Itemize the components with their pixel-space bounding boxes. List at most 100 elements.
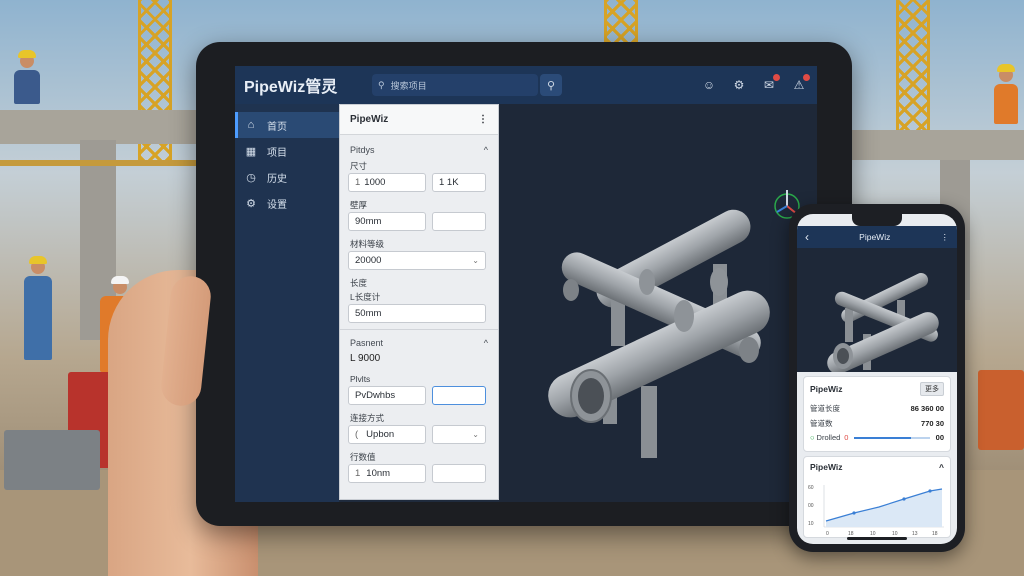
x-tick-label: 18: [932, 531, 938, 537]
trend-point: [852, 511, 856, 515]
field-row: 1 1000 1 1K: [340, 173, 498, 192]
clock-icon: ◷: [246, 171, 256, 184]
value-field-2[interactable]: [432, 464, 486, 483]
field-value: 50mm: [355, 308, 382, 319]
length-field[interactable]: 50mm: [348, 304, 486, 323]
field-label: 材料等级: [350, 239, 385, 249]
chevron-up-icon: ^: [483, 338, 488, 348]
worker-figure: [14, 50, 40, 104]
material-field-2[interactable]: [432, 386, 486, 405]
tablet-screen: PipeWiz管灵 ⚲ 搜索项目 ⚲ ☺ ⚙ ✉ ⚠ ⌂ 首页 ▦ 项目 ◷ 历…: [235, 66, 817, 502]
field-value: 10nm: [366, 468, 391, 479]
pipe-model-render: [548, 190, 800, 458]
stat-label: 管道数: [810, 419, 833, 428]
status-icon: ○: [810, 433, 815, 442]
field-value: 1000: [364, 177, 386, 188]
worker-figure: [994, 64, 1018, 124]
progress-slider-fill: [854, 436, 911, 439]
grade-select[interactable]: 20000 ⌄: [348, 251, 486, 270]
phone-pipe-render: [827, 273, 939, 374]
more-menu-icon[interactable]: ⋮: [478, 114, 488, 125]
stat-value: 770 30: [921, 419, 944, 428]
brick-stack: [978, 370, 1024, 450]
settings-icon[interactable]: ⚙: [731, 77, 747, 93]
bell-icon[interactable]: ✉: [761, 74, 780, 93]
search-icon: ⚲: [378, 79, 385, 90]
search-icon: ⚲: [546, 79, 556, 92]
section-header[interactable]: Pasnent ^: [340, 334, 498, 352]
card-header: PipeWiz ^: [804, 457, 950, 477]
material-field[interactable]: PvDwhbs: [348, 386, 426, 405]
stat-row: 管道长度 86 360 00: [804, 401, 950, 416]
home-indicator: [847, 537, 907, 540]
search-button[interactable]: ⚲: [540, 74, 562, 96]
search-input[interactable]: ⚲ 搜索项目: [372, 74, 538, 96]
sidebar-item-history[interactable]: ◷ 历史: [235, 164, 339, 190]
phone-summary-card: PipeWiz 更多 管道长度 86 360 00 管道数 770 30 ○ D…: [803, 376, 951, 452]
y-tick-label: 10: [808, 521, 814, 527]
3d-viewport[interactable]: [499, 104, 817, 502]
phone-top-bar: ‹ PipeWiz ⋮: [797, 226, 957, 248]
divider: [340, 329, 498, 330]
more-menu-icon[interactable]: ⋮: [941, 232, 950, 243]
field-value: 20000: [355, 255, 382, 266]
value-field[interactable]: 1 10nm: [348, 464, 426, 483]
worker-figure: [24, 256, 52, 360]
field-value: 90mm: [355, 216, 382, 227]
section-header[interactable]: Pitdys ^: [340, 141, 498, 159]
size-field-2[interactable]: 1 1K: [432, 173, 486, 192]
stat-value: 86 360 00: [910, 404, 944, 413]
field-label: 连接方式: [350, 413, 385, 423]
progress-slider[interactable]: [854, 436, 930, 439]
chevron-up-icon[interactable]: ^: [939, 462, 944, 472]
sidebar-item-home[interactable]: ⌂ 首页: [235, 112, 339, 138]
phone-screen: ‹ PipeWiz ⋮ PipeWiz 更多 管道长度 86 360 00 管道…: [797, 214, 957, 544]
connection-field[interactable]: ( Upbon: [348, 425, 426, 444]
phone-title: PipeWiz: [859, 232, 891, 242]
alert-icon[interactable]: ⚠: [791, 74, 810, 93]
phone-chart-card: PipeWiz ^ 60 00 10 0 18 10 10 13 18: [803, 456, 951, 538]
top-bar: PipeWiz管灵 ⚲ 搜索项目 ⚲ ☺ ⚙ ✉ ⚠: [235, 66, 817, 104]
search-placeholder: 搜索项目: [390, 80, 427, 91]
x-tick-label: 13: [912, 531, 918, 537]
stat-row: 管道数 770 30: [804, 416, 950, 431]
thickness-field[interactable]: 90mm: [348, 212, 426, 231]
building-slab-left: [0, 110, 200, 144]
alert-dot: [803, 74, 810, 81]
card-title: PipeWiz: [810, 384, 843, 394]
connection-select[interactable]: ⌄: [432, 425, 486, 444]
pipe-opening: [578, 378, 604, 414]
field-value: Upbon: [366, 429, 395, 440]
user-icon[interactable]: ☺: [701, 77, 717, 93]
gear-icon: ⚙: [246, 197, 256, 210]
field-prefix: 1: [355, 177, 361, 188]
trend-area: [826, 489, 942, 527]
thickness-field-2[interactable]: [432, 212, 486, 231]
stat-label: Drolled: [816, 433, 841, 442]
app-brand: PipeWiz管灵: [244, 79, 338, 96]
x-tick-label: 0: [826, 531, 829, 537]
field-value: 1 1K: [439, 177, 459, 188]
crane-mid: [604, 0, 638, 42]
trend-chart: 60 00 10 0 18 10 10 13 18: [808, 485, 944, 537]
y-tick-label: 00: [808, 503, 814, 509]
phone-notch: [852, 214, 902, 226]
crane-right: [896, 0, 930, 140]
sidebar-item-projects[interactable]: ▦ 项目: [235, 138, 339, 164]
phone-3d-viewport[interactable]: [797, 248, 957, 374]
more-button[interactable]: 更多: [920, 382, 944, 396]
home-icon: ⌂: [247, 119, 255, 131]
field-value: PvDwhbs: [355, 390, 396, 401]
size-field[interactable]: 1 1000: [348, 173, 426, 192]
field-row: PvDwhbs: [340, 386, 498, 405]
pipe-end: [563, 279, 579, 301]
sidebar-item-settings[interactable]: ⚙ 设置: [235, 190, 339, 216]
pipe-flange: [639, 269, 655, 295]
sidebar-item-label: 历史: [267, 173, 287, 185]
trend-point: [902, 497, 906, 501]
sidebar: ⌂ 首页 ▦ 项目 ◷ 历史 ⚙ 设置: [235, 104, 339, 502]
field-label: 长度: [350, 278, 368, 288]
field-label: 尺寸: [350, 161, 368, 171]
chevron-up-icon: ^: [483, 145, 488, 155]
stat-label: 管道长度: [810, 404, 840, 413]
